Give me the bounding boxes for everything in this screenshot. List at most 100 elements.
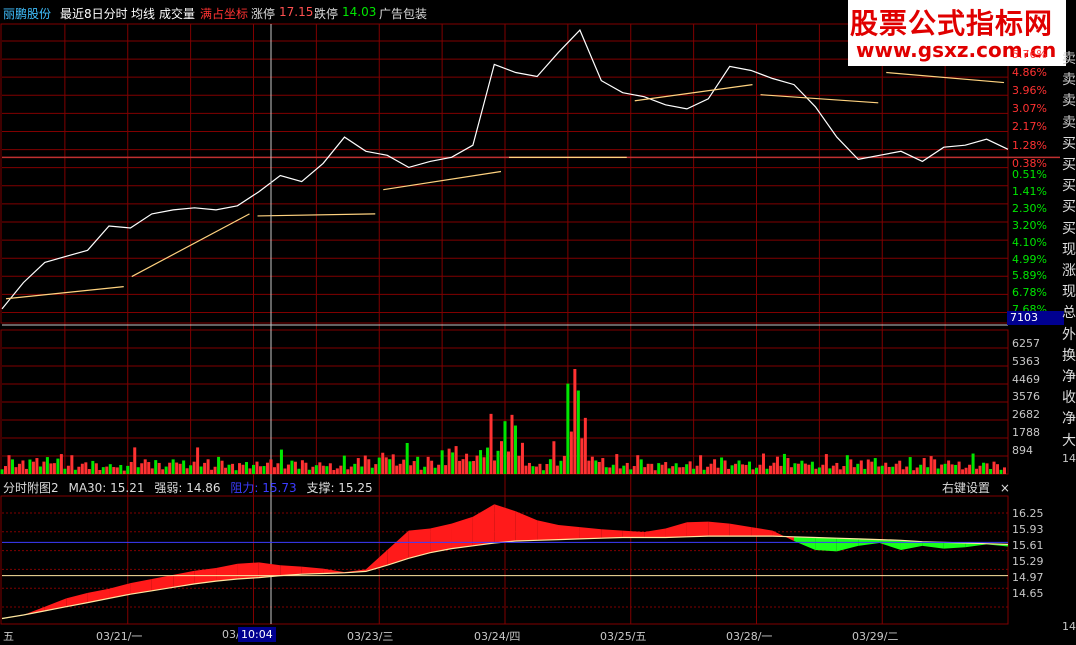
strength-area xyxy=(793,536,816,550)
indicator-tick: 15.29 xyxy=(1012,554,1044,568)
side-panel-label: 买 xyxy=(1062,157,1076,173)
price-tick-up: 2.17% xyxy=(1012,120,1047,134)
price-tick-down: 0.51% xyxy=(1012,168,1047,181)
side-panel-label: 收 xyxy=(1062,390,1076,407)
strength-area xyxy=(430,523,452,553)
strength-area xyxy=(23,606,45,616)
indicator-settings[interactable]: 右键设置 × xyxy=(942,479,1010,496)
chart-canvas xyxy=(0,23,1060,625)
date-label: 五 xyxy=(3,630,14,643)
strength-area xyxy=(601,529,623,539)
price-tick-down: 4.10% xyxy=(1012,235,1047,249)
volume-toggle[interactable]: 成交量 xyxy=(159,5,195,22)
limit-down-value: 14.03 xyxy=(342,5,377,19)
watermark-title: 股票公式指标网 xyxy=(850,7,1054,40)
strength-area xyxy=(622,530,645,538)
side-panel-label: 涨 xyxy=(1062,263,1076,279)
strength-area xyxy=(879,539,901,550)
price-tick-down: 3.20% xyxy=(1012,218,1047,232)
side-panel-label: 总 xyxy=(1062,305,1076,322)
strength-area xyxy=(558,525,580,540)
indicator-name[interactable]: 分时附图2 xyxy=(3,481,59,495)
side-panel-label: 14 xyxy=(1062,452,1076,465)
strength-area xyxy=(708,521,730,537)
strength-area xyxy=(751,527,773,537)
side-panel-label: 买 xyxy=(1062,220,1076,237)
volume-tick: 4469 xyxy=(1012,372,1040,386)
volume-tick: 5363 xyxy=(1012,354,1040,368)
strength-area xyxy=(515,511,538,541)
side-panel-label: 买 xyxy=(1062,178,1076,195)
close-icon[interactable]: × xyxy=(1000,481,1010,495)
side-panel-label: 卖 xyxy=(1062,93,1076,110)
strength-area xyxy=(686,521,709,537)
stock-name[interactable]: 丽鹏股份 xyxy=(3,5,51,22)
side-panel-label: 14 xyxy=(1062,620,1076,633)
strength-area xyxy=(216,563,238,582)
date-label: 03/21/一 xyxy=(96,630,143,643)
side-panel-label: 卖 xyxy=(1062,114,1076,131)
side-panel-label: 大 xyxy=(1062,432,1076,449)
indicator-tick: 15.93 xyxy=(1012,522,1044,536)
indicator-header: 分时附图2 MA30: 15.21 强弱: 14.86 阻力: 15.73 支撑… xyxy=(3,479,379,495)
side-panel-label: 现 xyxy=(1062,284,1076,301)
date-label: 03/29/二 xyxy=(852,630,899,643)
strength-area xyxy=(537,520,559,541)
volume-tick: 1788 xyxy=(1012,426,1040,439)
strength-area xyxy=(472,504,495,546)
side-panel-label: 净 xyxy=(1062,369,1076,385)
limit-down-label: 跌停 xyxy=(314,7,339,21)
side-panel-label: 净 xyxy=(1062,411,1076,428)
indicator-tick: 15.61 xyxy=(1012,538,1044,552)
side-panel-label: 买 xyxy=(1062,135,1076,152)
side-panel-label: 外 xyxy=(1062,326,1076,343)
support-readout: 支撑: 15.25 xyxy=(306,481,373,495)
price-tick-down: 2.30% xyxy=(1012,201,1047,215)
full-coord-toggle[interactable]: 满占坐标 xyxy=(200,5,248,22)
strength-area xyxy=(836,538,859,552)
price-tick-up: 1.28% xyxy=(1012,138,1047,152)
volume-tick: 6257 xyxy=(1012,337,1040,350)
date-label: 03/24/四 xyxy=(474,630,521,643)
strength-area xyxy=(237,562,259,580)
strength-area xyxy=(579,527,602,539)
strength-readout: 强弱: 14.86 xyxy=(154,481,221,495)
strength-area xyxy=(494,504,516,544)
ad-button[interactable]: 广告包装 xyxy=(379,5,427,22)
volume-tick: 894 xyxy=(1012,443,1033,457)
price-tick-up: 5.76% xyxy=(1012,48,1047,61)
date-label: 03/23/三 xyxy=(347,630,394,643)
price-tick-down: 5.89% xyxy=(1012,269,1047,283)
date-label: 03/25/五 xyxy=(600,630,647,643)
cursor-time-badge: 10:04 xyxy=(238,627,276,642)
strength-area xyxy=(387,530,409,566)
ma30-readout: MA30: 15.21 xyxy=(68,481,145,495)
period-mode[interactable]: 最近8日分时 xyxy=(60,5,128,22)
indicator-tick: 14.97 xyxy=(1012,570,1044,584)
limit-up-value: 17.15 xyxy=(279,5,314,19)
indicator-tick: 14.65 xyxy=(1012,586,1044,600)
resistance-readout: 阻力: 15.73 xyxy=(230,481,297,495)
strength-area xyxy=(815,537,837,552)
side-panel-label: 卖 xyxy=(1062,51,1076,67)
volume-tick: 3576 xyxy=(1012,390,1040,404)
current-volume-badge: 7103 xyxy=(1007,311,1064,325)
side-panel-label: 换 xyxy=(1062,347,1076,364)
date-label: 03/28/一 xyxy=(726,630,773,643)
volume-tick: 2682 xyxy=(1012,408,1040,422)
limit-up-label: 涨停 xyxy=(251,7,276,21)
settings-label[interactable]: 右键设置 xyxy=(942,481,990,495)
strength-area xyxy=(665,522,687,538)
strength-area xyxy=(644,528,666,538)
price-tick-up: 3.96% xyxy=(1012,84,1047,98)
side-panel-label: 买 xyxy=(1062,199,1076,216)
avg-line-toggle[interactable]: 均线 xyxy=(131,5,155,22)
price-tick-down: 4.99% xyxy=(1012,252,1047,266)
side-panel-label: 现 xyxy=(1062,241,1076,258)
price-tick-up: 3.07% xyxy=(1012,102,1047,116)
price-tick-up: 4.86% xyxy=(1012,66,1047,80)
strength-area xyxy=(451,516,473,549)
side-panel-label: 卖 xyxy=(1062,72,1076,89)
strength-area xyxy=(729,523,752,537)
price-tick-down: 6.78% xyxy=(1012,286,1047,300)
